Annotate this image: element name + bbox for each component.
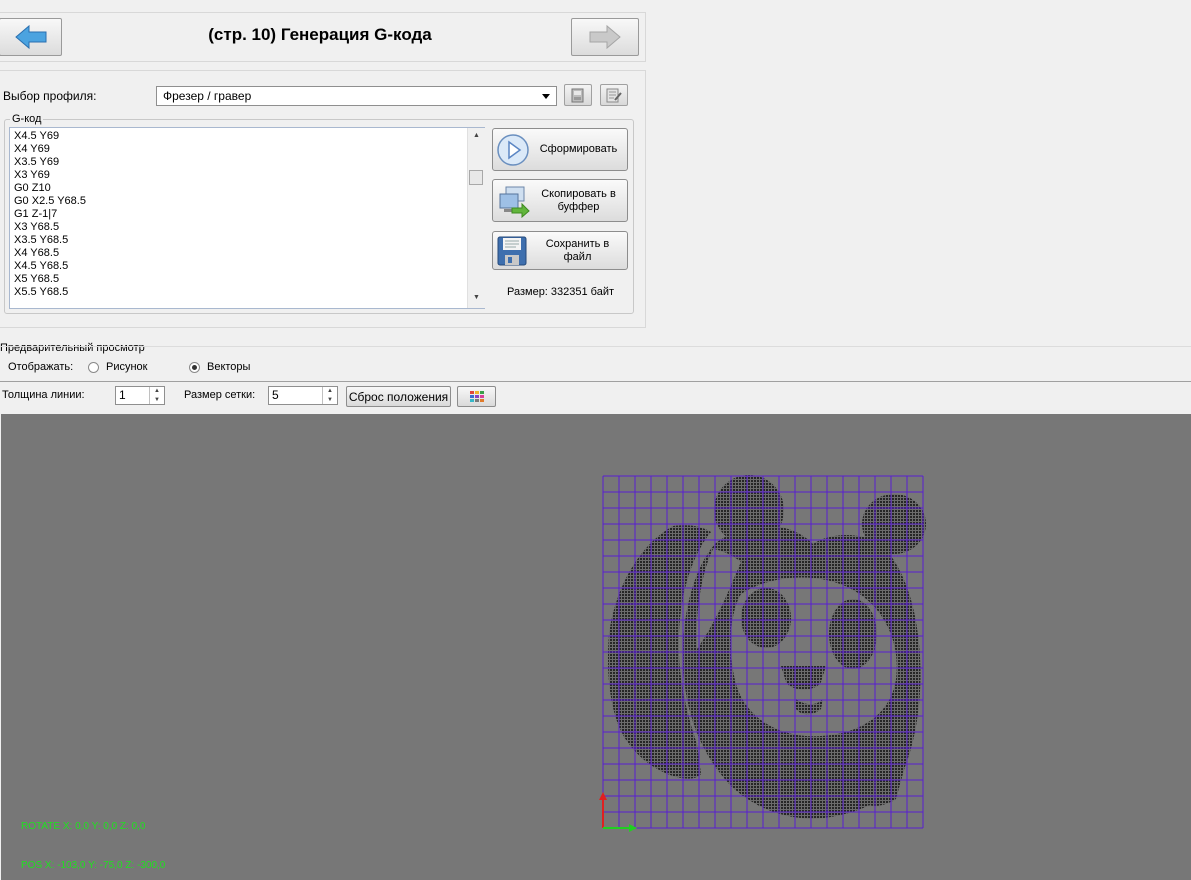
preview-viewport[interactable]: ROTATE X: 0,0 Y: 0,0 Z: 0,0 POS X: -103,… bbox=[1, 414, 1191, 880]
page-title: (стр. 10) Генерация G-кода bbox=[208, 25, 432, 44]
grid-size-stepper[interactable]: 5 ▲ ▼ bbox=[268, 386, 338, 405]
position-readout: POS X: -103,0 Y: -75,0 Z: -300,0 bbox=[21, 860, 166, 871]
back-button[interactable] bbox=[0, 18, 62, 56]
play-icon bbox=[497, 133, 529, 166]
gcode-line: G1 Z-1|7 bbox=[14, 208, 58, 220]
line-width-down-icon[interactable]: ▼ bbox=[150, 396, 164, 405]
grid-size-down-icon[interactable]: ▼ bbox=[323, 396, 337, 405]
arrow-left-icon bbox=[14, 24, 46, 50]
gcode-lines: X4.5 Y69 X4 Y69 X3.5 Y69 X3 Y69 G0 Z10 G0 X2.… bbox=[14, 130, 480, 299]
gcode-group-label: G-код bbox=[10, 113, 44, 125]
copy-label-line2: буффер bbox=[557, 200, 600, 213]
rotate-readout: ROTATE X: 0,0 Y: 0,0 Z: 0,0 bbox=[21, 821, 146, 832]
x-axis-arrow bbox=[629, 824, 637, 832]
save-label-line1: Сохранить в bbox=[545, 237, 610, 250]
radio-picture-label: Рисунок bbox=[106, 361, 148, 373]
display-label: Отображать: bbox=[8, 361, 74, 373]
gcode-scrollbar[interactable]: ▲ ▼ bbox=[467, 128, 485, 308]
gcode-textarea[interactable]: X4.5 Y69 X4 Y69 X3.5 Y69 X3 Y69 G0 Z10 G0 X2.… bbox=[9, 127, 485, 309]
line-width-label: Толщина линии: bbox=[2, 389, 85, 401]
palette-button[interactable] bbox=[457, 386, 496, 407]
chevron-down-icon bbox=[542, 93, 550, 99]
gcode-line: X5 Y68.5 bbox=[14, 273, 60, 285]
file-size-text: Размер: 332351 байт bbox=[507, 286, 615, 298]
save-profile-icon bbox=[571, 88, 584, 102]
gcode-line: X5.5 Y68.5 bbox=[14, 286, 69, 298]
floppy-disk-icon bbox=[497, 236, 527, 265]
generate-button[interactable]: Сформировать bbox=[492, 128, 628, 171]
save-label-line2: файл bbox=[563, 250, 592, 263]
edit-profile-button[interactable] bbox=[600, 84, 628, 106]
gcode-line: G0 Z10 bbox=[14, 182, 51, 194]
radio-vectors-label: Векторы bbox=[207, 361, 251, 373]
gcode-line: X4 Y69 bbox=[14, 143, 50, 155]
edit-profile-icon bbox=[606, 88, 622, 102]
copy-label-line1: Скопировать в bbox=[541, 187, 616, 200]
grid-size-label: Размер сетки: bbox=[184, 389, 256, 401]
gcode-line: X4 Y68.5 bbox=[14, 247, 60, 259]
gcode-line: X3 Y69 bbox=[14, 169, 50, 181]
grid-size-value[interactable]: 5 bbox=[269, 387, 322, 404]
generate-label: Сформировать bbox=[539, 143, 618, 155]
line-width-up-icon[interactable]: ▲ bbox=[150, 387, 164, 396]
profile-label: Выбор профиля: bbox=[3, 89, 97, 103]
gcode-line: X3.5 Y69 bbox=[14, 156, 60, 168]
radio-vectors[interactable]: Векторы bbox=[189, 361, 250, 373]
arrow-right-icon bbox=[589, 24, 621, 50]
gcode-line: X4.5 Y68.5 bbox=[14, 260, 69, 272]
scroll-thumb[interactable] bbox=[469, 170, 483, 185]
profile-select[interactable]: Фрезер / гравер bbox=[156, 86, 557, 106]
radio-vectors-circle[interactable] bbox=[189, 361, 200, 373]
reset-position-button[interactable]: Сброс положения bbox=[346, 386, 451, 407]
line-width-stepper[interactable]: 1 ▲ ▼ bbox=[115, 386, 165, 405]
save-profile-button[interactable] bbox=[564, 84, 592, 106]
gcode-line: G0 X2.5 Y68.5 bbox=[14, 195, 86, 207]
save-to-file-button[interactable]: Сохранить в файл bbox=[492, 231, 628, 270]
color-palette-icon bbox=[469, 390, 484, 402]
radio-picture[interactable]: Рисунок bbox=[88, 361, 148, 373]
gcode-line: X4.5 Y69 bbox=[14, 130, 60, 142]
profile-select-value: Фрезер / гравер bbox=[163, 89, 252, 103]
gcode-line: X3 Y68.5 bbox=[14, 221, 60, 233]
scroll-up-icon[interactable]: ▲ bbox=[473, 132, 480, 139]
preview-header-strip bbox=[0, 346, 1191, 382]
radio-picture-circle[interactable] bbox=[88, 361, 99, 373]
grid-size-up-icon[interactable]: ▲ bbox=[323, 387, 337, 396]
line-width-value[interactable]: 1 bbox=[116, 387, 149, 404]
scroll-down-icon[interactable]: ▼ bbox=[473, 294, 480, 301]
copy-to-clipboard-button[interactable]: Скопировать в буффер bbox=[492, 179, 628, 222]
gcode-line: X3.5 Y68.5 bbox=[14, 234, 69, 246]
copy-clipboard-icon bbox=[499, 186, 530, 218]
viewport-canvas bbox=[599, 475, 926, 832]
forward-button[interactable] bbox=[571, 18, 639, 56]
grid bbox=[602, 475, 924, 829]
